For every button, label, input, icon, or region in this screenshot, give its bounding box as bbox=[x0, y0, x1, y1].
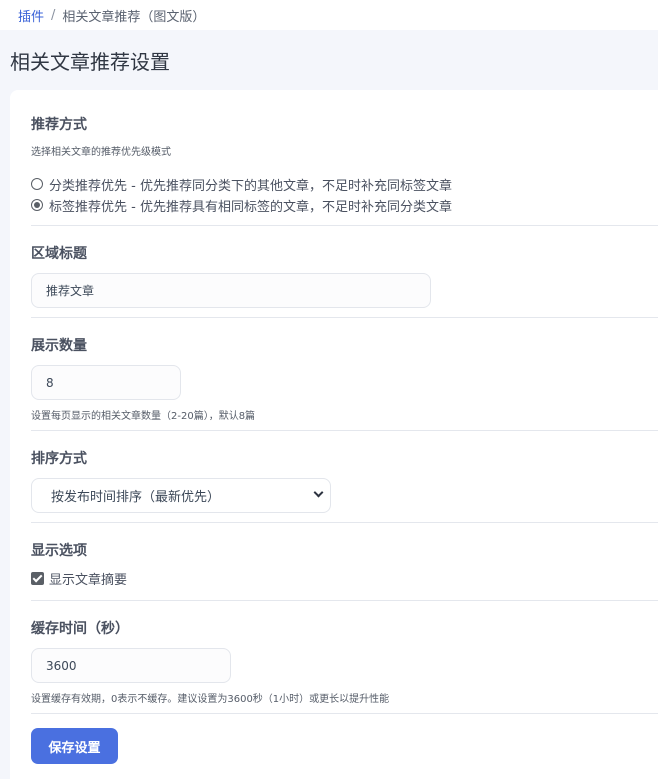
radio-tag-priority[interactable]: 标签推荐优先 - 优先推荐具有相同标签的文章，不足时补充同分类文章 bbox=[31, 195, 658, 215]
breadcrumb: 插件 / 相关文章推荐（图文版） bbox=[0, 0, 658, 30]
cache-time-hint: 设置缓存有效期，0表示不缓存。建议设置为3600秒（1小时）或更长以提升性能 bbox=[31, 694, 390, 705]
recommend-mode-section: 推荐方式 选择相关文章的推荐优先级模式 分类推荐优先 - 优先推荐同分类下的其他… bbox=[31, 114, 658, 215]
breadcrumb-link-plugins[interactable]: 插件 bbox=[18, 6, 44, 25]
cache-time-label: 缓存时间（秒） bbox=[31, 621, 129, 637]
save-button[interactable]: 保存设置 bbox=[31, 728, 118, 764]
recommend-mode-description: 选择相关文章的推荐优先级模式 bbox=[31, 147, 171, 158]
section-title-input[interactable]: 推荐文章 bbox=[31, 273, 431, 308]
show-excerpt-checkbox[interactable]: 显示文章摘要 bbox=[31, 568, 658, 588]
sort-mode-label: 排序方式 bbox=[31, 451, 87, 467]
breadcrumb-separator: / bbox=[51, 7, 56, 23]
sort-mode-selected-value: 按发布时间排序（最新优先） bbox=[51, 490, 221, 505]
cache-time-section: 缓存时间（秒） 3600 设置缓存有效期，0表示不缓存。建议设置为3600秒（1… bbox=[31, 618, 658, 705]
cache-time-input[interactable]: 3600 bbox=[31, 648, 231, 683]
checkbox-checked-icon[interactable] bbox=[31, 571, 44, 585]
sort-mode-section: 排序方式 按发布时间排序（最新优先） bbox=[31, 448, 658, 513]
section-title-label: 区域标题 bbox=[31, 246, 87, 262]
radio-checked-icon[interactable] bbox=[31, 199, 43, 211]
display-options-label: 显示选项 bbox=[31, 543, 87, 559]
radio-category-label: 分类推荐优先 - 优先推荐同分类下的其他文章，不足时补充同标签文章 bbox=[49, 178, 452, 194]
radio-tag-label: 标签推荐优先 - 优先推荐具有相同标签的文章，不足时补充同分类文章 bbox=[49, 199, 452, 215]
section-title-section: 区域标题 推荐文章 bbox=[31, 243, 658, 308]
display-count-label: 展示数量 bbox=[31, 338, 87, 354]
sort-mode-select[interactable]: 按发布时间排序（最新优先） bbox=[31, 478, 331, 513]
display-count-hint: 设置每页显示的相关文章数量（2-20篇），默认8篇 bbox=[31, 411, 256, 422]
divider bbox=[31, 317, 658, 318]
radio-icon[interactable] bbox=[31, 178, 43, 190]
display-count-input[interactable]: 8 bbox=[31, 365, 181, 400]
display-count-section: 展示数量 8 设置每页显示的相关文章数量（2-20篇），默认8篇 bbox=[31, 335, 658, 422]
divider bbox=[31, 225, 658, 226]
divider bbox=[31, 522, 658, 523]
display-options-section: 显示选项 显示文章摘要 bbox=[31, 540, 658, 588]
show-excerpt-label: 显示文章摘要 bbox=[49, 572, 128, 588]
breadcrumb-current: 相关文章推荐（图文版） bbox=[62, 9, 206, 25]
radio-category-priority[interactable]: 分类推荐优先 - 优先推荐同分类下的其他文章，不足时补充同标签文章 bbox=[31, 174, 658, 194]
divider bbox=[31, 600, 658, 601]
recommend-mode-title: 推荐方式 bbox=[31, 117, 87, 133]
chevron-down-icon bbox=[313, 487, 324, 498]
settings-card: 推荐方式 选择相关文章的推荐优先级模式 分类推荐优先 - 优先推荐同分类下的其他… bbox=[10, 90, 658, 779]
page-title: 相关文章推荐设置 bbox=[10, 50, 170, 74]
divider bbox=[31, 713, 658, 714]
divider bbox=[31, 430, 658, 431]
